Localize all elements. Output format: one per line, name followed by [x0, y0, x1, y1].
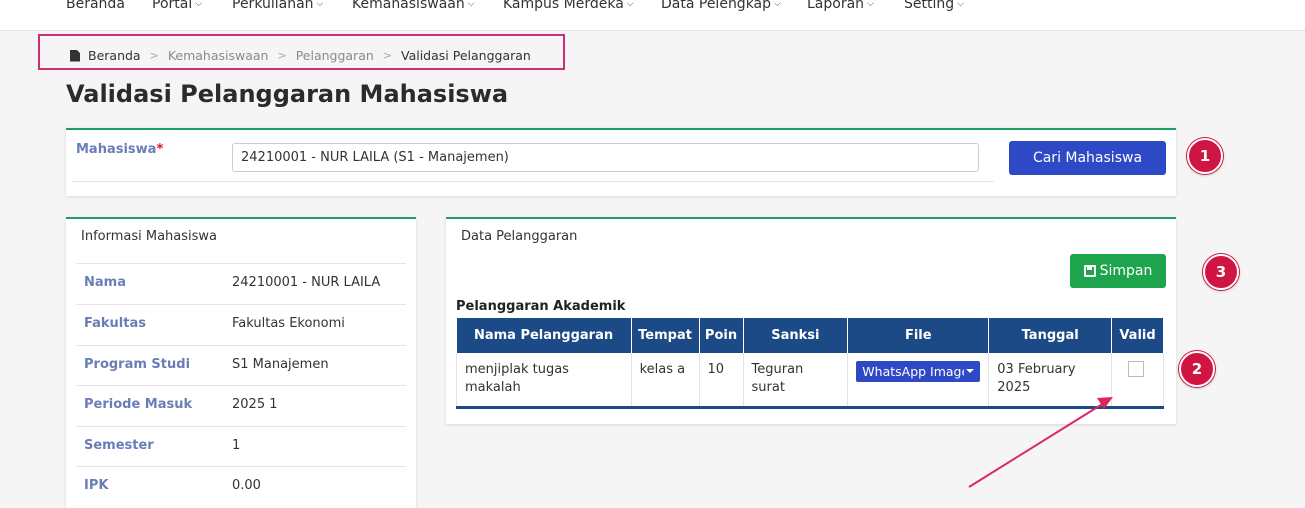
- mahasiswa-input[interactable]: [232, 143, 979, 172]
- info-value: Fakultas Ekonomi: [232, 316, 345, 331]
- nav-kemahasiswaan[interactable]: Kemahasiswaan ⌵: [352, 0, 475, 12]
- mahasiswa-label-text: Mahasiswa: [76, 142, 157, 157]
- chevron-down-icon: ⌵: [316, 0, 324, 9]
- cell-file: WhatsApp Image: [847, 353, 990, 407]
- info-row-nama: Nama 24210001 - NUR LAILA: [76, 263, 406, 304]
- table-header-row: Nama Pelanggaran Tempat Poin Sanksi File…: [456, 318, 1164, 353]
- file-dropdown-button[interactable]: WhatsApp Image: [856, 361, 981, 382]
- informasi-mahasiswa-panel: Informasi Mahasiswa Nama 24210001 - NUR …: [66, 217, 416, 508]
- nav-label: Setting: [904, 0, 955, 12]
- mahasiswa-label: Mahasiswa*: [76, 142, 163, 157]
- section-title: Pelanggaran Akademik: [456, 299, 626, 314]
- info-value: 1: [232, 438, 241, 453]
- page-title: Validasi Pelanggaran Mahasiswa: [66, 80, 509, 108]
- info-key: Periode Masuk: [84, 397, 193, 412]
- cell-valid: [1111, 353, 1164, 407]
- info-row-program-studi: Program Studi S1 Manajemen: [76, 345, 406, 386]
- nav-setting[interactable]: Setting ⌵: [904, 0, 964, 12]
- col-nama-pelanggaran: Nama Pelanggaran: [456, 318, 632, 353]
- chevron-down-icon: ⌵: [626, 0, 634, 9]
- cell-poin: 10: [698, 353, 744, 407]
- info-row-fakultas: Fakultas Fakultas Ekonomi: [76, 304, 406, 345]
- nav-label: Perkuliahan: [232, 0, 314, 12]
- nav-label: Kemahasiswaan: [352, 0, 465, 12]
- nav-label: Data Pelengkap: [661, 0, 772, 12]
- breadcrumb-separator: >: [149, 49, 159, 62]
- col-poin: Poin: [699, 318, 744, 353]
- simpan-label: Simpan: [1099, 263, 1153, 279]
- document-icon: [70, 49, 80, 62]
- nav-label: Portal: [152, 0, 193, 12]
- info-value: 2025 1: [232, 397, 278, 412]
- col-valid: Valid: [1111, 318, 1164, 353]
- chevron-down-icon: ⌵: [957, 0, 964, 9]
- caret-down-icon: [966, 369, 975, 373]
- step-marker-2: 2: [1179, 351, 1215, 387]
- breadcrumb-separator: >: [382, 49, 392, 62]
- info-key: Fakultas: [84, 316, 146, 331]
- info-value: 0.00: [232, 478, 261, 493]
- breadcrumb-current: Validasi Pelanggaran: [401, 48, 531, 63]
- col-file: File: [847, 318, 990, 353]
- valid-checkbox[interactable]: [1128, 361, 1144, 377]
- breadcrumb-separator: >: [277, 49, 287, 62]
- table-row: menjiplak tugas makalah kelas a 10 Tegur…: [456, 353, 1164, 407]
- top-navbar: Beranda Portal ⌵ Perkuliahan ⌵ Kemahasiswa…: [0, 0, 1305, 31]
- chevron-down-icon: ⌵: [467, 0, 475, 9]
- pelanggaran-table: Nama Pelanggaran Tempat Poin Sanksi File…: [456, 318, 1164, 409]
- nav-laporan[interactable]: Laporan ⌵: [807, 0, 874, 12]
- info-value: 24210001 - NUR LAILA: [232, 275, 381, 290]
- info-row-periode-masuk: Periode Masuk 2025 1: [76, 385, 406, 426]
- info-key: IPK: [84, 478, 109, 493]
- breadcrumb-kemahasiswaan[interactable]: Kemahasiswaan: [168, 48, 269, 63]
- breadcrumb: Beranda > Kemahasiswaan > Pelanggaran > …: [70, 48, 531, 63]
- required-mark: *: [156, 142, 164, 157]
- simpan-button[interactable]: Simpan: [1070, 254, 1166, 288]
- info-key: Nama: [84, 275, 126, 290]
- cell-tempat: kelas a: [630, 353, 700, 407]
- cari-mahasiswa-button[interactable]: Cari Mahasiswa: [1009, 141, 1166, 175]
- panel-title: Data Pelanggaran: [461, 229, 578, 244]
- search-panel: Mahasiswa* Cari Mahasiswa: [66, 128, 1176, 196]
- step-marker-3: 3: [1203, 254, 1239, 290]
- breadcrumb-pelanggaran[interactable]: Pelanggaran: [296, 48, 374, 63]
- nav-label: Laporan: [807, 0, 865, 12]
- chevron-down-icon: ⌵: [867, 0, 874, 9]
- info-row-ipk: IPK 0.00: [76, 466, 406, 507]
- nav-beranda[interactable]: Beranda: [66, 0, 125, 12]
- col-tempat: Tempat: [631, 318, 700, 353]
- col-tanggal: Tanggal: [988, 318, 1112, 353]
- chevron-down-icon: ⌵: [195, 0, 203, 9]
- nav-label: Kampus Merdeka: [503, 0, 624, 12]
- save-icon: [1083, 265, 1096, 277]
- breadcrumb-beranda[interactable]: Beranda: [88, 48, 141, 63]
- nav-data-pelengkap[interactable]: Data Pelengkap ⌵: [661, 0, 781, 12]
- divider: [72, 181, 994, 182]
- nav-portal[interactable]: Portal ⌵: [152, 0, 202, 12]
- cell-sanksi: Teguran surat: [742, 353, 849, 407]
- col-sanksi: Sanksi: [743, 318, 849, 353]
- cell-tanggal: 03 February 2025: [988, 353, 1112, 407]
- info-key: Program Studi: [84, 357, 191, 372]
- step-marker-1: 1: [1187, 138, 1223, 174]
- info-value: S1 Manajemen: [232, 357, 329, 372]
- info-row-semester: Semester 1: [76, 426, 406, 467]
- info-key: Semester: [84, 438, 154, 453]
- nav-perkuliahan[interactable]: Perkuliahan ⌵: [232, 0, 323, 12]
- nav-kampus-merdeka[interactable]: Kampus Merdeka ⌵: [503, 0, 634, 12]
- file-name: WhatsApp Image: [862, 363, 965, 379]
- nav-label: Beranda: [66, 0, 125, 12]
- cell-nama: menjiplak tugas makalah: [456, 353, 632, 407]
- panel-title: Informasi Mahasiswa: [81, 229, 218, 244]
- chevron-down-icon: ⌵: [774, 0, 781, 9]
- data-pelanggaran-panel: Data Pelanggaran Simpan Pelanggaran Akad…: [446, 217, 1176, 424]
